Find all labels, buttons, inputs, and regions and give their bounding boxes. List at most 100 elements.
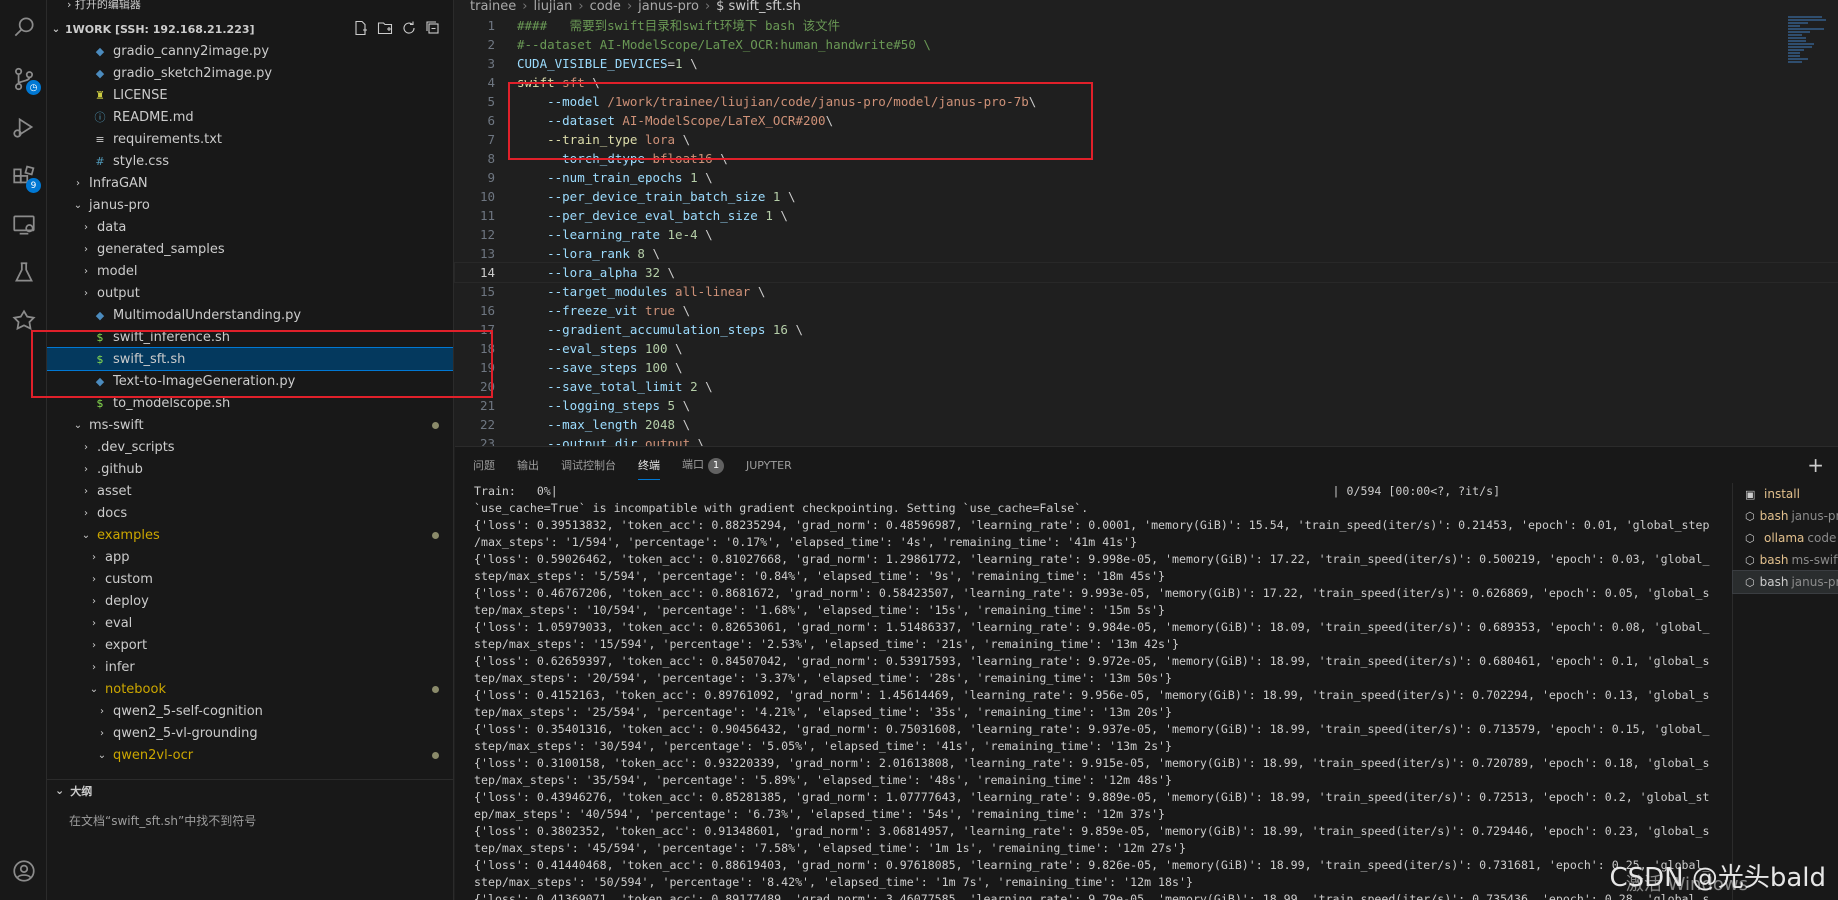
code-token: --torch_dtype [547,151,645,166]
panel-tab[interactable]: JUPYTER [746,459,792,472]
tree-folder[interactable]: › generated_samples [47,238,453,260]
breadcrumb-item[interactable]: code [590,0,621,14]
tree-file[interactable]: ◆ gradio_sketch2image.py [47,62,453,84]
breadcrumb-item[interactable]: liujian [533,0,572,14]
tree-folder[interactable]: › custom [47,568,453,590]
ai-assistant-icon[interactable] [11,308,37,334]
terminal-name: ollama [1764,531,1805,545]
tree-folder[interactable]: › InfraGAN [47,172,453,194]
code-token: \ [675,132,691,147]
code-token: bfloat16 [644,151,713,166]
code-line: 9 --num_train_epochs 1 \ [455,168,1838,187]
code-token: \ [697,227,713,242]
python-file-icon: ◆ [95,308,105,322]
workspace-label: 1WORK [SSH: 192.168.21.223] [65,22,255,36]
run-debug-icon[interactable] [11,114,37,140]
tree-folder[interactable]: › infer [47,656,453,678]
refresh-icon[interactable] [401,20,417,39]
code-view[interactable]: 1 #### 需要到swift目录和swift环境下 bash 该文件 2 #--da… [454,16,1838,453]
open-editors-header[interactable]: › 打开的编辑器 [47,0,453,10]
terminal-instance[interactable]: ⬡ bashjanus-pro [1733,505,1838,527]
account-icon[interactable] [11,858,37,884]
collapse-all-icon[interactable] [425,20,441,39]
outline-header[interactable]: ⌄ 大纲 [47,779,453,801]
tree-item-label: generated_samples [97,241,225,257]
tree-file[interactable]: $ to_modelscope.sh [47,392,453,414]
tree-folder[interactable]: › .github [47,458,453,480]
breadcrumb-item[interactable]: $ swift_sft.sh [716,0,801,14]
tree-folder[interactable]: › asset [47,480,453,502]
testing-flask-icon[interactable] [11,260,37,286]
tree-folder[interactable]: ⌄ notebook [47,678,453,700]
tree-file[interactable]: ♜ LICENSE [47,84,453,106]
extensions-icon[interactable]: 9 [11,164,41,193]
tree-folder[interactable]: › output [47,282,453,304]
tree-folder[interactable]: › .dev_scripts [47,436,453,458]
panel-tab[interactable]: 输出 [517,457,539,473]
tree-folder[interactable]: ⌄ examples [47,524,453,546]
terminal-line: step/max_steps': '50/594', 'percentage':… [474,875,1193,889]
code-token: /1work/trainee/liujian/code/janus-pro/mo… [599,94,1029,109]
tree-folder[interactable]: › export [47,634,453,656]
line-number: 8 [487,151,495,166]
tree-folder[interactable]: › qwen2_5-vl-grounding [47,722,453,744]
tree-item-label: swift_inference.sh [113,329,230,345]
tree-folder[interactable]: › deploy [47,590,453,612]
tree-folder[interactable]: ⌄ janus-pro [47,194,453,216]
tree-folder[interactable]: ⌄ qwen2vl-ocr [47,744,453,766]
line-number: 4 [487,75,495,90]
new-file-icon[interactable] [353,20,369,39]
terminal-instance[interactable]: ▣ install [1733,483,1838,505]
tree-file[interactable]: $ swift_inference.sh [47,326,453,348]
terminal-instance[interactable]: ⬡ bashjanus-pro [1732,570,1838,594]
chevron-right-icon: › [92,551,96,563]
panel-tab[interactable]: 端口 1 [682,456,724,474]
tree-file[interactable]: ◆ gradio_canny2image.py [47,40,453,62]
panel-tab[interactable]: 终端 [638,457,660,480]
terminal-line: tep/max_steps': '25/594', 'percentage': … [474,705,1173,719]
python-file-icon: ◆ [95,374,105,388]
tree-file[interactable]: $ swift_sft.sh [47,347,453,371]
css-file-icon: # [95,154,105,168]
code-line: 7 --train_type lora \ [455,130,1838,149]
tree-file[interactable]: # style.css [47,150,453,172]
tree-folder[interactable]: › qwen2_5-self-cognition [47,700,453,722]
terminal-name: bash [1759,509,1789,523]
panel-tab[interactable]: 调试控制台 [561,457,616,473]
terminal-instance[interactable]: ⬡ ollama code [1733,527,1838,549]
code-token: --learning_rate [547,227,660,242]
breadcrumb-item[interactable]: trainee [470,0,516,14]
search-icon[interactable] [11,14,37,40]
tree-file[interactable]: ⓘ README.md [47,106,453,128]
tree-file[interactable]: ◆ MultimodalUnderstanding.py [47,304,453,326]
tree-file[interactable]: ◆ Text-to-ImageGeneration.py [47,370,453,392]
new-folder-icon[interactable] [377,20,393,39]
breadcrumb-item[interactable]: janus-pro [638,0,699,14]
source-control-icon[interactable]: ◷ [11,66,41,95]
explorer-sidebar: › 打开的编辑器 ⌄ 1WORK [SSH: 192.168.21.223] ◆… [47,0,454,900]
code-token: 2 [682,379,698,394]
line-number: 16 [479,303,495,318]
terminal-output[interactable]: Train: 0%| | 0/594 [00:00<?, ?it/s] `use_… [474,483,1714,900]
panel-tab-label: 输出 [517,459,539,472]
workspace-header[interactable]: ⌄ 1WORK [SSH: 192.168.21.223] [47,18,453,40]
code-token: --save_steps [547,360,638,375]
code-token: \ [667,360,683,375]
modified-dot-icon [432,421,439,429]
panel-tab[interactable]: 问题 [473,457,495,473]
tree-folder[interactable]: › docs [47,502,453,524]
minimap[interactable] [1788,16,1828,76]
tree-file[interactable]: ≡ requirements.txt [47,128,453,150]
tree-item-label: data [97,219,127,235]
tree-folder[interactable]: › data [47,216,453,238]
outline-label: 大纲 [70,784,93,798]
remote-explorer-icon[interactable] [11,212,37,238]
tree-folder[interactable]: › app [47,546,453,568]
tree-folder[interactable]: › model [47,260,453,282]
tree-folder[interactable]: › eval [47,612,453,634]
tree-folder[interactable]: ⌄ ms-swift [47,414,453,436]
terminal-instance[interactable]: ⬡ bash ms-swift [1733,549,1838,571]
new-terminal-plus-icon[interactable]: + [1807,453,1824,477]
panel-tab-label: 终端 [638,459,660,472]
